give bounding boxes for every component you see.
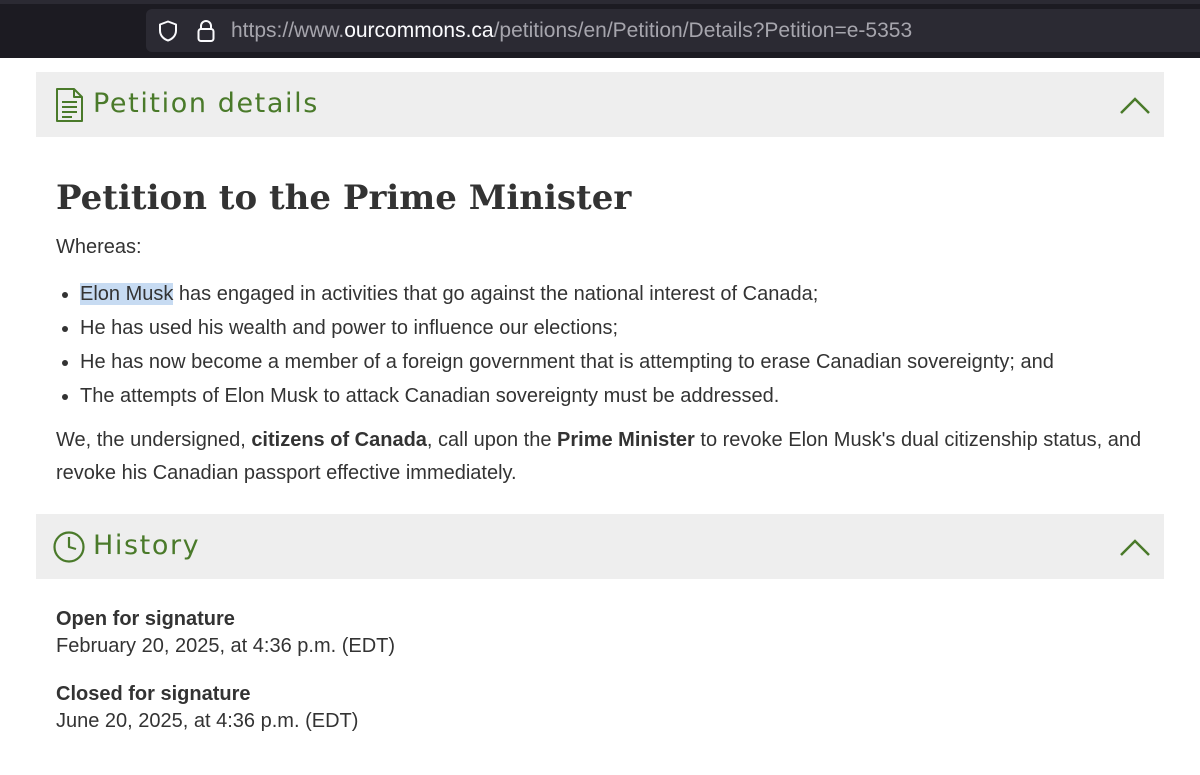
lock-icon[interactable] [194,18,218,44]
whereas-label: Whereas: [56,236,142,258]
prayer-bold-text: citizens of Canada [251,429,427,451]
closed-for-signature-date: June 20, 2025, at 4:36 p.m. (EDT) [56,710,359,732]
url-domain: ourcommons.ca [344,19,494,42]
list-item: He has now become a member of a foreign … [56,345,1054,379]
url-prefix: https://www. [231,19,345,42]
petition-prayer: We, the undersigned, citizens of Canada,… [56,424,1146,490]
prayer-text: , call upon the [426,429,558,451]
clock-icon [53,531,85,563]
chevron-up-icon[interactable] [1119,536,1151,558]
history-header[interactable]: History [36,514,1164,579]
shield-icon[interactable] [156,19,180,43]
bullet-text: has engaged in activities that go agains… [173,283,819,305]
closed-for-signature-label: Closed for signature [56,683,251,705]
history-title: History [93,530,201,561]
url-text[interactable]: https://www.ourcommons.ca/petitions/en/P… [231,17,912,45]
prayer-text: We, the undersigned, [56,429,252,451]
list-item: Elon Musk has engaged in activities that… [56,277,1054,311]
prayer-bold-text: Prime Minister [557,429,695,451]
tab-strip-edge [0,0,1200,4]
chevron-up-icon[interactable] [1119,94,1151,116]
highlighted-text: Elon Musk [80,283,174,305]
petition-details-title: Petition details [93,88,319,119]
list-item: The attempts of Elon Musk to attack Cana… [56,379,1054,413]
list-item: He has used his wealth and power to infl… [56,311,1054,345]
url-path: /petitions/en/Petition/Details?Petition=… [493,19,913,42]
petition-title: Petition to the Prime Minister [56,178,632,218]
browser-toolbar: https://www.ourcommons.ca/petitions/en/P… [0,0,1200,58]
petition-details-header[interactable]: Petition details [36,72,1164,137]
open-for-signature-date: February 20, 2025, at 4:36 p.m. (EDT) [56,635,396,657]
document-icon [56,88,83,122]
open-for-signature-label: Open for signature [56,608,235,630]
whereas-list: Elon Musk has engaged in activities that… [56,277,1054,413]
